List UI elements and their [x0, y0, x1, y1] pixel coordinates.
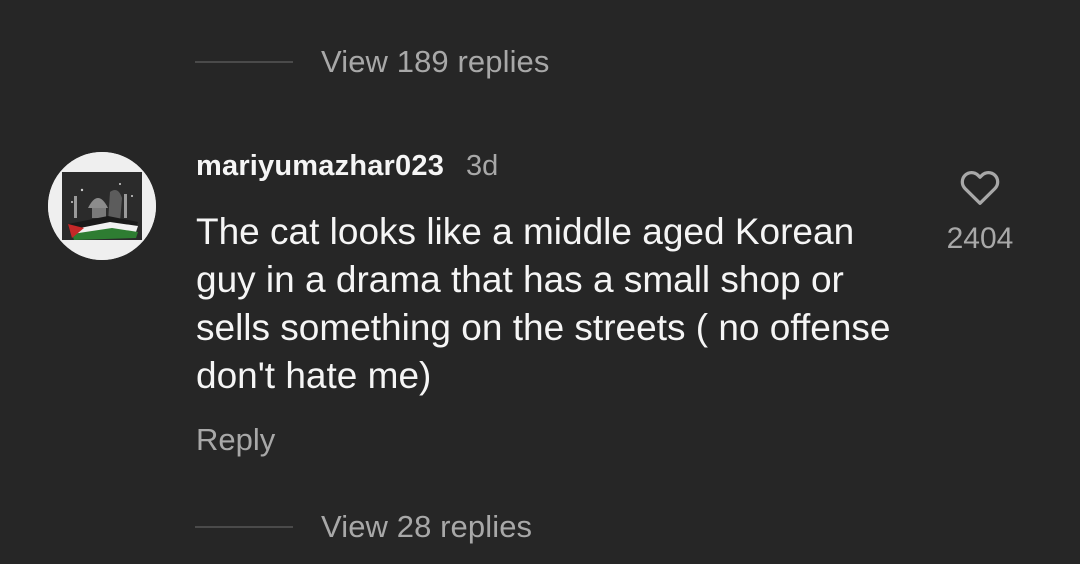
replies-divider-line	[195, 61, 293, 63]
comment-timestamp: 3d	[466, 149, 499, 182]
view-replies-top[interactable]: View 189 replies	[195, 42, 550, 82]
replies-divider-line	[195, 526, 293, 528]
view-replies-label: View 189 replies	[321, 44, 550, 79]
avatar-image	[48, 152, 156, 260]
like-count: 2404	[946, 222, 1014, 255]
comment-text: The cat looks like a middle aged Korean …	[196, 211, 891, 396]
view-replies-bottom[interactable]: View 28 replies	[195, 507, 532, 547]
reply-button[interactable]: Reply	[196, 422, 275, 458]
comment-header: mariyumazhar023 3d	[196, 146, 498, 186]
heart-outline-icon[interactable]	[957, 164, 1003, 210]
view-replies-label: View 28 replies	[321, 509, 533, 544]
avatar[interactable]	[48, 152, 156, 260]
username-link[interactable]: mariyumazhar023	[196, 150, 444, 183]
like-section: 2404	[938, 164, 1022, 256]
